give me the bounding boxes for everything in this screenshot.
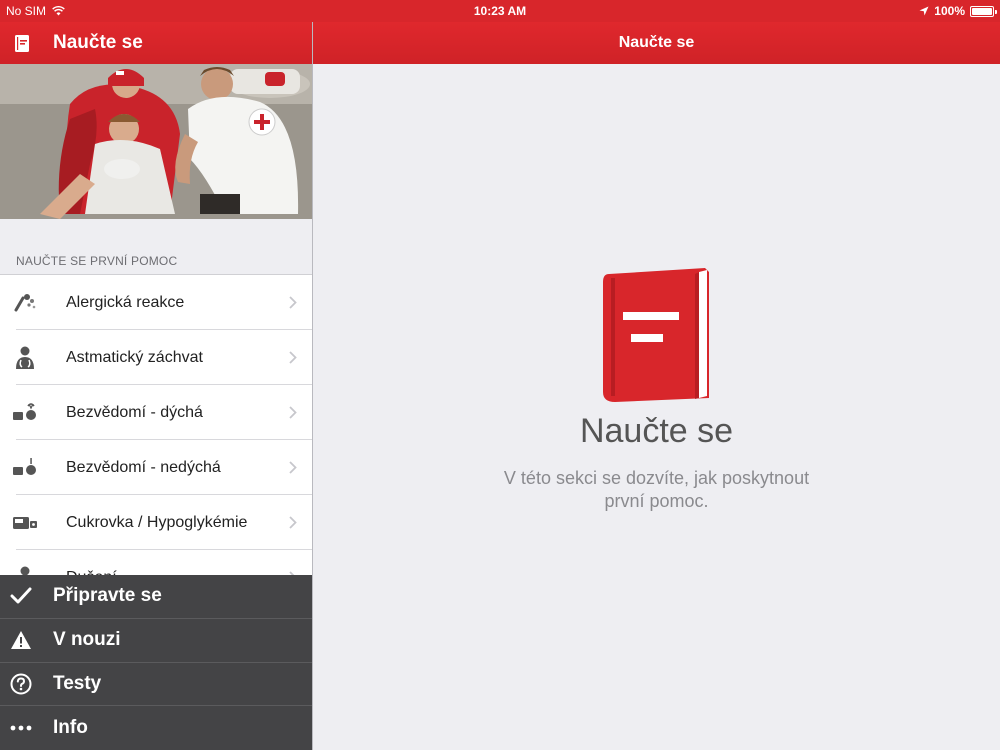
menu-item-info[interactable]: Info	[0, 706, 312, 750]
battery-percent: 100%	[934, 4, 965, 18]
main-content: Naučte se V této sekci se dozvíte, jak p…	[313, 64, 1000, 750]
main-header: Naučte se	[313, 22, 1000, 64]
list-item-alergicka-reakce[interactable]: Alergická reakce	[0, 275, 312, 330]
chevron-right-icon	[289, 406, 297, 419]
book-icon[interactable]	[12, 33, 32, 53]
warning-icon	[10, 629, 32, 651]
book-icon	[602, 268, 709, 402]
sidebar: Naučte se NAUČTE SE PRVNÍ POMOC Alergick…	[0, 0, 313, 750]
list-item-cukrovka-hypoglykemie[interactable]: Cukrovka / Hypoglykémie	[0, 495, 312, 550]
chevron-right-icon	[289, 516, 297, 529]
menu-item-label: V nouzi	[53, 629, 121, 651]
allergy-icon	[10, 290, 40, 316]
question-icon	[10, 673, 32, 695]
battery-icon	[970, 5, 997, 17]
section-title: NAUČTE SE PRVNÍ POMOC	[16, 254, 178, 268]
chevron-right-icon	[289, 351, 297, 364]
menu-item-label: Připravte se	[53, 585, 162, 607]
main-header-title: Naučte se	[618, 34, 695, 51]
chevron-right-icon	[289, 296, 297, 309]
bottom-menu: Připravte se V nouzi Testy Info	[0, 575, 312, 750]
sidebar-title: Naučte se	[53, 32, 143, 53]
content-description: V této sekci se dozvíte, jak poskytnout …	[503, 468, 810, 511]
list-item-bezvedomi-dycha[interactable]: Bezvědomí - dýchá	[0, 385, 312, 440]
menu-item-pripravte-se[interactable]: Připravte se	[0, 575, 312, 619]
menu-item-v-nouzi[interactable]: V nouzi	[0, 619, 312, 663]
list-item-label: Cukrovka / Hypoglykémie	[66, 513, 248, 531]
list-item-label: Bezvědomí - nedýchá	[66, 458, 221, 476]
list-item-bezvedomi-nedycha[interactable]: Bezvědomí - nedýchá	[0, 440, 312, 495]
unconscious-not-breathing-icon	[10, 455, 40, 481]
list-item-label: Astmatický záchvat	[66, 348, 203, 366]
more-icon	[10, 717, 32, 739]
status-bar: No SIM 10:23 AM 100%	[0, 0, 1000, 22]
menu-item-label: Testy	[53, 672, 102, 694]
list-item-label: Alergická reakce	[66, 293, 185, 311]
list-item-label: Bezvědomí - dýchá	[66, 403, 203, 421]
clock: 10:23 AM	[473, 4, 527, 18]
unconscious-breathing-icon	[10, 400, 40, 426]
checkmark-icon	[10, 585, 32, 607]
menu-item-testy[interactable]: Testy	[0, 663, 312, 707]
diabetes-icon	[10, 510, 40, 536]
chevron-right-icon	[289, 461, 297, 474]
content-title: Naučte se	[579, 412, 734, 450]
location-arrow-icon	[919, 6, 929, 16]
hero-image	[0, 64, 312, 219]
sidebar-header: Naučte se	[0, 22, 312, 64]
topic-list: Alergická reakce Astmatický záchvat Bezv…	[0, 274, 312, 605]
list-item-astmaticky-zachvat[interactable]: Astmatický záchvat	[0, 330, 312, 385]
menu-item-label: Info	[53, 717, 88, 739]
asthma-icon	[10, 345, 40, 371]
